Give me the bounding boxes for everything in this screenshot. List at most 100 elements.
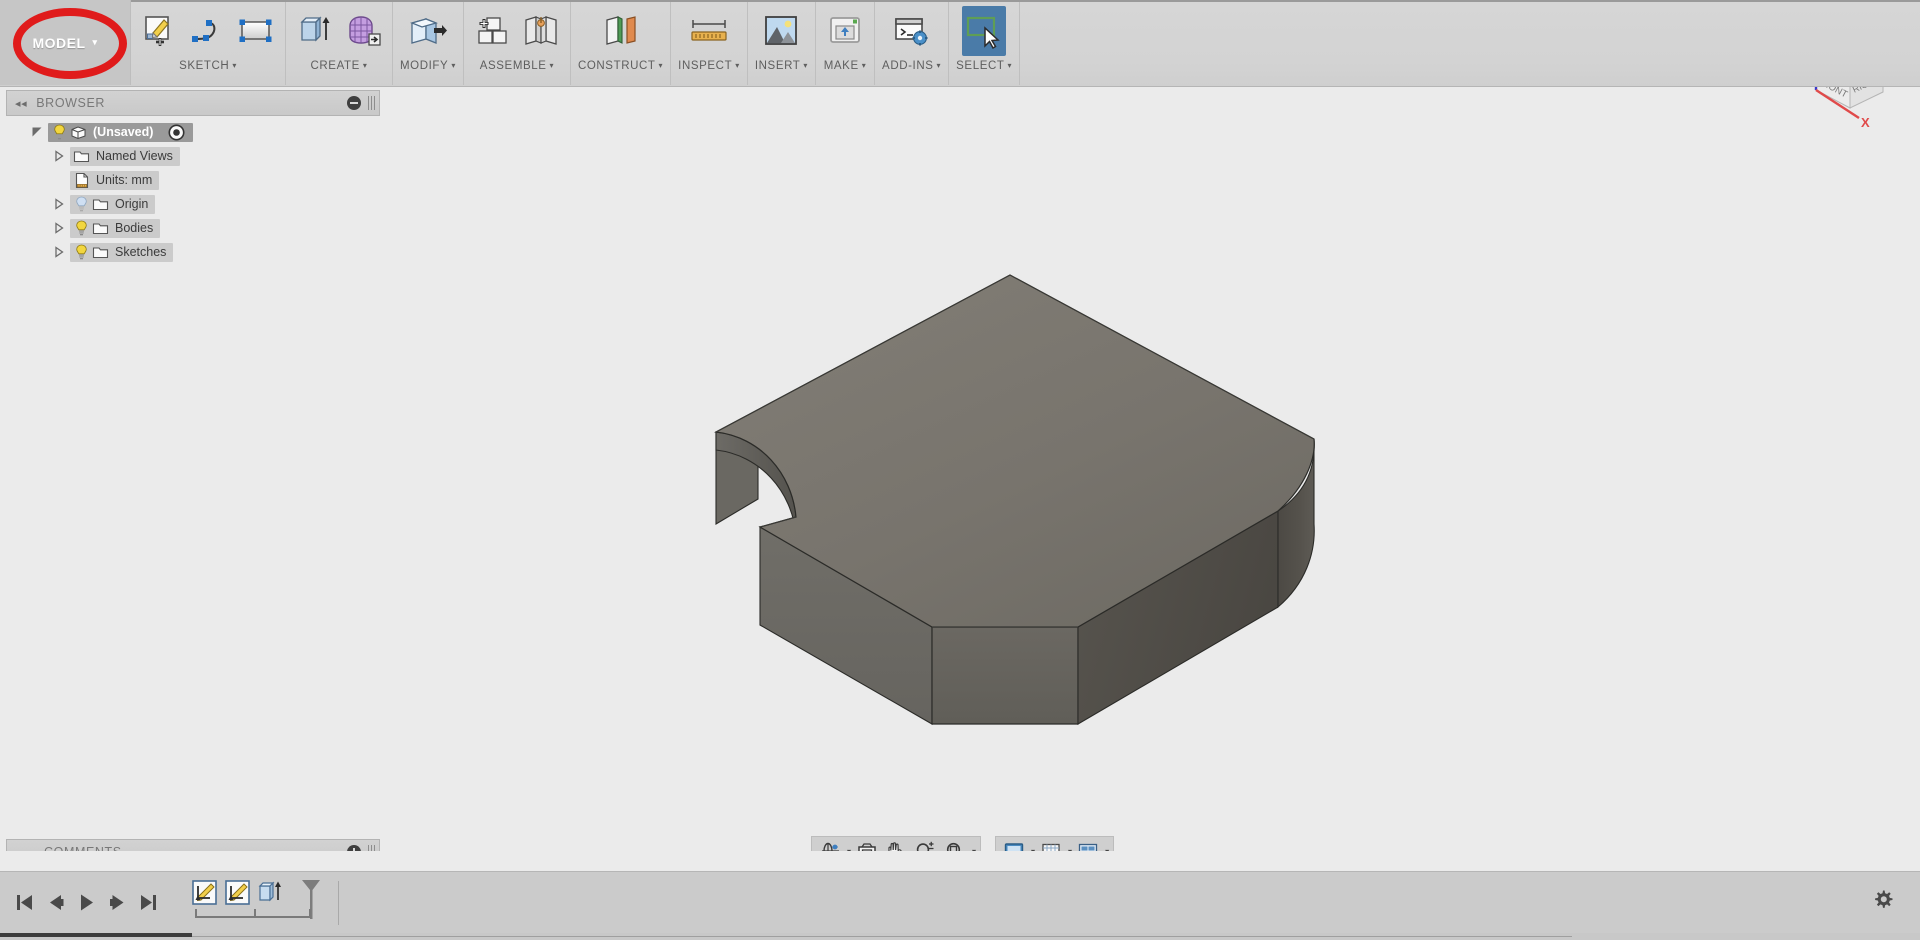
offset-plane-icon[interactable] (599, 6, 643, 56)
lightbulb-on-icon[interactable] (72, 220, 91, 237)
toolbar-panel-label-assemble[interactable]: ASSEMBLE▾ (480, 56, 554, 72)
look-at-icon[interactable] (853, 838, 881, 851)
body-face-chamfer[interactable] (932, 627, 1078, 724)
collapse-panel-icon[interactable]: ◂◂ (15, 97, 27, 110)
toolbar-panel-make: MAKE▾ (816, 0, 875, 85)
sketch-feature-icon[interactable] (224, 879, 251, 906)
twisty-collapsed-icon[interactable] (48, 144, 70, 168)
toolbar-panel-label-construct[interactable]: CONSTRUCT▾ (578, 56, 663, 72)
twisty-expanded-icon[interactable] (26, 120, 48, 144)
spline-icon[interactable] (186, 6, 230, 56)
status-bar (0, 933, 1920, 940)
timeline-divider (338, 881, 339, 925)
navbar-group-display: ▾ ▾ (995, 836, 1114, 851)
toolbar-panel-label-modify[interactable]: MODIFY▾ (400, 56, 456, 72)
orbit-icon[interactable] (816, 838, 844, 851)
pan-icon[interactable] (883, 838, 909, 851)
extrude-icon[interactable] (293, 6, 337, 56)
measure-icon[interactable] (687, 6, 731, 56)
tree-node-units: Units: mm (6, 168, 380, 192)
chevron-down-icon: ▾ (735, 61, 740, 70)
chevron-down-icon[interactable]: ▾ (1031, 847, 1035, 852)
chevron-down-icon[interactable]: ▾ (847, 847, 851, 852)
comments-panel: COMMENTS (6, 839, 380, 851)
tree-node-unsaved-label: (Unsaved) (88, 125, 153, 139)
add-comment-icon[interactable] (347, 845, 361, 851)
chevron-down-icon: ▾ (937, 61, 942, 70)
rectangle-icon[interactable] (234, 6, 278, 56)
fusion360-window: MODEL ▾ (0, 0, 1920, 940)
navbar-group-view: ▾ (811, 836, 981, 851)
timeline-features (191, 879, 322, 926)
insert-image-icon[interactable] (759, 6, 803, 56)
display-settings-icon[interactable] (1000, 838, 1028, 851)
tree-node-named-views-body[interactable]: Named Views (70, 147, 180, 166)
viewports-icon[interactable] (1074, 838, 1102, 851)
twisty-collapsed-icon[interactable] (48, 216, 70, 240)
scripts-addins-icon[interactable] (890, 6, 934, 56)
new-component-icon[interactable] (471, 6, 515, 56)
chevron-down-icon[interactable]: ▾ (1068, 847, 1072, 852)
extruded-body-geometry[interactable] (716, 275, 1314, 724)
document-icon (69, 124, 88, 141)
chevron-down-icon[interactable]: ▾ (1105, 847, 1109, 852)
3d-print-icon[interactable] (823, 6, 867, 56)
toolbar-panel-label-insert[interactable]: INSERT▾ (755, 56, 808, 72)
chevron-down-icon: ▾ (659, 61, 664, 70)
twisty-collapsed-icon[interactable] (48, 240, 70, 264)
toolbar-panel-label-make[interactable]: MAKE▾ (824, 56, 867, 72)
toolbar-panel-insert: INSERT▾ (748, 0, 816, 85)
press-pull-icon[interactable] (406, 6, 450, 56)
grid-snaps-icon[interactable] (1037, 838, 1065, 851)
chevron-down-icon: ▾ (550, 61, 555, 70)
comments-title: COMMENTS (11, 845, 347, 851)
jump-start-icon[interactable] (16, 893, 33, 912)
timeline-end-marker[interactable] (300, 879, 322, 926)
twisty-collapsed-icon[interactable] (48, 192, 70, 216)
play-icon[interactable] (78, 893, 95, 912)
chevron-down-icon[interactable]: ▾ (972, 847, 976, 852)
activate-radio-icon[interactable] (167, 124, 186, 141)
timeline-settings-icon[interactable] (1872, 889, 1894, 916)
toolbar-panel-label-inspect[interactable]: INSPECT▾ (678, 56, 740, 72)
tree-node-origin-body[interactable]: Origin (70, 195, 155, 214)
tree-node-unsaved-body[interactable]: (Unsaved) (48, 123, 193, 142)
design-canvas[interactable]: ◂◂ BROWSER (0, 87, 1920, 851)
chevron-down-icon: ▾ (803, 61, 808, 70)
tree-node-bodies-body[interactable]: Bodies (70, 219, 160, 238)
browser-resize-grip[interactable] (368, 96, 375, 110)
browser-collapse-all-icon[interactable] (347, 96, 361, 110)
jump-end-icon[interactable] (140, 893, 157, 912)
folder-icon (72, 148, 91, 165)
browser-panel-header: ◂◂ BROWSER (6, 90, 380, 116)
workspace-switcher-model[interactable]: MODEL ▾ (0, 0, 131, 85)
step-back-icon[interactable] (47, 893, 64, 912)
lightbulb-off-icon[interactable] (72, 196, 91, 213)
create-form-icon[interactable] (341, 6, 385, 56)
toolbar-panel-construct: CONSTRUCT▾ (571, 0, 671, 85)
view-cube[interactable]: TOP FRONT RIGHT Z X (1786, 87, 1906, 148)
tree-node-named-views-label: Named Views (91, 149, 173, 163)
joint-icon[interactable] (519, 6, 563, 56)
toolbar-panel-label-select[interactable]: SELECT▾ (956, 56, 1012, 72)
step-forward-icon[interactable] (109, 893, 126, 912)
tree-node-sketches-body[interactable]: Sketches (70, 243, 173, 262)
select-window-icon[interactable] (962, 6, 1006, 56)
fit-icon[interactable] (941, 838, 969, 851)
main-toolbar: MODEL ▾ (0, 0, 1920, 87)
toolbar-panel-label-sketch[interactable]: SKETCH▾ (179, 56, 237, 72)
create-sketch-icon[interactable] (138, 6, 182, 56)
tree-node-units-body[interactable]: Units: mm (70, 171, 159, 190)
tree-node-bodies-label: Bodies (110, 221, 153, 235)
extrude-feature-icon[interactable] (257, 879, 284, 906)
comments-resize-grip[interactable] (368, 845, 375, 851)
lightbulb-on-icon[interactable] (50, 124, 69, 141)
tree-node-units-label: Units: mm (91, 173, 152, 187)
sketch-feature-icon[interactable] (191, 879, 218, 906)
lightbulb-on-icon[interactable] (72, 244, 91, 261)
timeline-group-bracket (195, 909, 311, 918)
chevron-down-icon: ▾ (451, 61, 456, 70)
zoom-icon[interactable] (911, 838, 939, 851)
toolbar-panel-label-addins[interactable]: ADD-INS▾ (882, 56, 941, 72)
toolbar-panel-label-create[interactable]: CREATE▾ (310, 56, 367, 72)
